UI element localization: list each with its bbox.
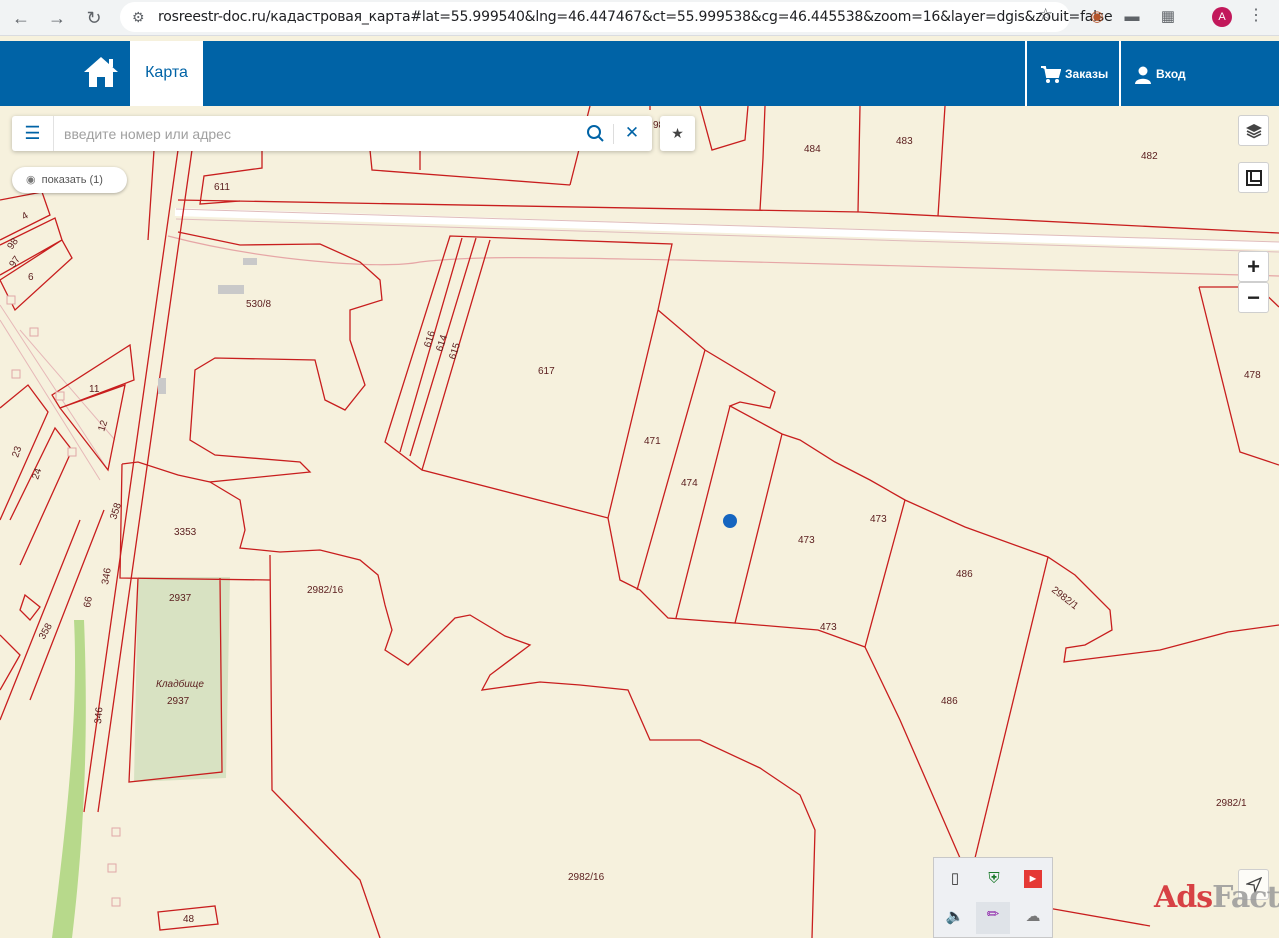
header-divider (1025, 41, 1027, 106)
site-header: Карта Заказы Вход (0, 41, 1279, 106)
layers-button[interactable] (1238, 115, 1269, 146)
favorites-star-button[interactable]: ★ (660, 116, 695, 151)
parcel-label[interactable]: 474 (681, 478, 698, 489)
parcel-label[interactable]: 48 (183, 914, 195, 925)
orders-button[interactable]: Заказы (1041, 63, 1108, 85)
cemetery-label: Кладбище (156, 678, 204, 690)
site-info-icon[interactable]: ⚙ (132, 9, 145, 26)
orders-label: Заказы (1065, 67, 1109, 81)
parcel-label[interactable]: 482 (1141, 151, 1158, 162)
extensions-puzzle-icon[interactable]: ▦ (1157, 6, 1179, 28)
cadastral-map[interactable]: 484 483 482 611 530/8 617 616 614 615 47… (0, 106, 1279, 938)
speaker-icon[interactable]: 🔈 (942, 904, 968, 930)
parcel-label[interactable]: 2937 (169, 593, 192, 604)
app-red-icon[interactable]: ► (1024, 870, 1042, 888)
parcel-label[interactable]: 473 (798, 535, 815, 546)
parcel-label[interactable]: 478 (1244, 370, 1261, 381)
header-divider (1119, 41, 1121, 106)
browser-menu-icon[interactable]: ⋮ (1248, 5, 1264, 25)
search-icon[interactable] (585, 123, 605, 143)
search-bar: ☰ ✕ (12, 116, 652, 151)
parcel-label[interactable]: 11 (89, 384, 100, 395)
layers-icon (1245, 124, 1262, 139)
bookmark-star-icon[interactable]: ☆ (1038, 5, 1053, 25)
parcel-label[interactable]: 346 (93, 706, 105, 724)
selected-point-marker[interactable] (723, 514, 737, 528)
extension-icon[interactable]: ▬ (1121, 6, 1143, 28)
parcel-label[interactable]: 2982/16 (307, 585, 344, 596)
user-icon (1135, 66, 1151, 84)
close-icon[interactable]: ✕ (622, 120, 642, 146)
address-bar[interactable]: ⚙ rosreestr-doc.ru/кадастровая_карта#lat… (120, 2, 1113, 32)
zoom-out-button[interactable]: − (1238, 282, 1269, 313)
parcel-label[interactable]: 2982/1 (1216, 798, 1247, 809)
show-button-label: показать (1) (41, 174, 103, 186)
parcel-label[interactable]: 486 (941, 696, 958, 707)
search-input[interactable] (64, 124, 584, 144)
forward-icon[interactable]: → (45, 6, 69, 30)
reload-icon[interactable]: ↻ (82, 6, 106, 30)
eye-icon: ◉ (26, 174, 36, 186)
parcel-label[interactable]: 2937 (167, 696, 190, 707)
parcel-label[interactable]: 483 (896, 136, 913, 147)
url-text[interactable]: rosreestr-doc.ru/кадастровая_карта#lat=5… (158, 9, 1113, 25)
show-button[interactable]: ◉ показать (1) (12, 167, 127, 193)
ruler-button[interactable] (1238, 162, 1269, 193)
parcel-label[interactable]: 484 (804, 144, 821, 155)
parcel-label[interactable]: 530/8 (246, 299, 271, 310)
parcel-label[interactable]: 6 (28, 272, 34, 283)
pen-icon[interactable]: ✏ (976, 902, 1010, 934)
zoom-in-button[interactable]: + (1238, 251, 1269, 282)
profile-avatar[interactable]: A (1212, 7, 1232, 27)
login-label: Вход (1156, 67, 1186, 81)
cart-icon (1041, 65, 1062, 83)
menu-icon[interactable]: ☰ (12, 116, 54, 151)
shield-icon[interactable]: ⛨ (981, 866, 1007, 892)
search-divider (613, 124, 614, 144)
cloud-sync-icon[interactable]: ☁ (1020, 904, 1046, 930)
parcel-label[interactable]: 611 (214, 182, 230, 193)
parcel-label[interactable]: 486 (956, 569, 973, 580)
parcel-label[interactable]: 2982/16 (568, 872, 605, 883)
parcel-label[interactable]: 473 (820, 622, 837, 633)
login-button[interactable]: Вход (1134, 63, 1186, 85)
parcel-label[interactable]: 3353 (174, 527, 197, 538)
usb-icon[interactable]: ▯ (942, 866, 968, 892)
back-icon[interactable]: ← (9, 6, 33, 30)
watermark-logo: AdsFactory (1154, 880, 1279, 915)
parcel-label[interactable]: 617 (538, 366, 555, 377)
extension-icon[interactable]: ◉ (1086, 6, 1108, 28)
parcel-label[interactable]: 471 (644, 436, 661, 447)
map-canvas[interactable]: 484 483 482 611 530/8 617 616 614 615 47… (0, 106, 1279, 938)
tab-map[interactable]: Карта (130, 41, 203, 106)
system-tray-overflow: ▯ ⛨ ► 🔈 ✏ ☁ (933, 857, 1053, 938)
home-icon[interactable] (82, 55, 120, 91)
parcel-label[interactable]: 473 (870, 514, 887, 525)
browser-toolbar: ← → ↻ ⚙ rosreestr-doc.ru/кадастровая_кар… (0, 0, 1279, 36)
ruler-icon (1245, 170, 1262, 186)
